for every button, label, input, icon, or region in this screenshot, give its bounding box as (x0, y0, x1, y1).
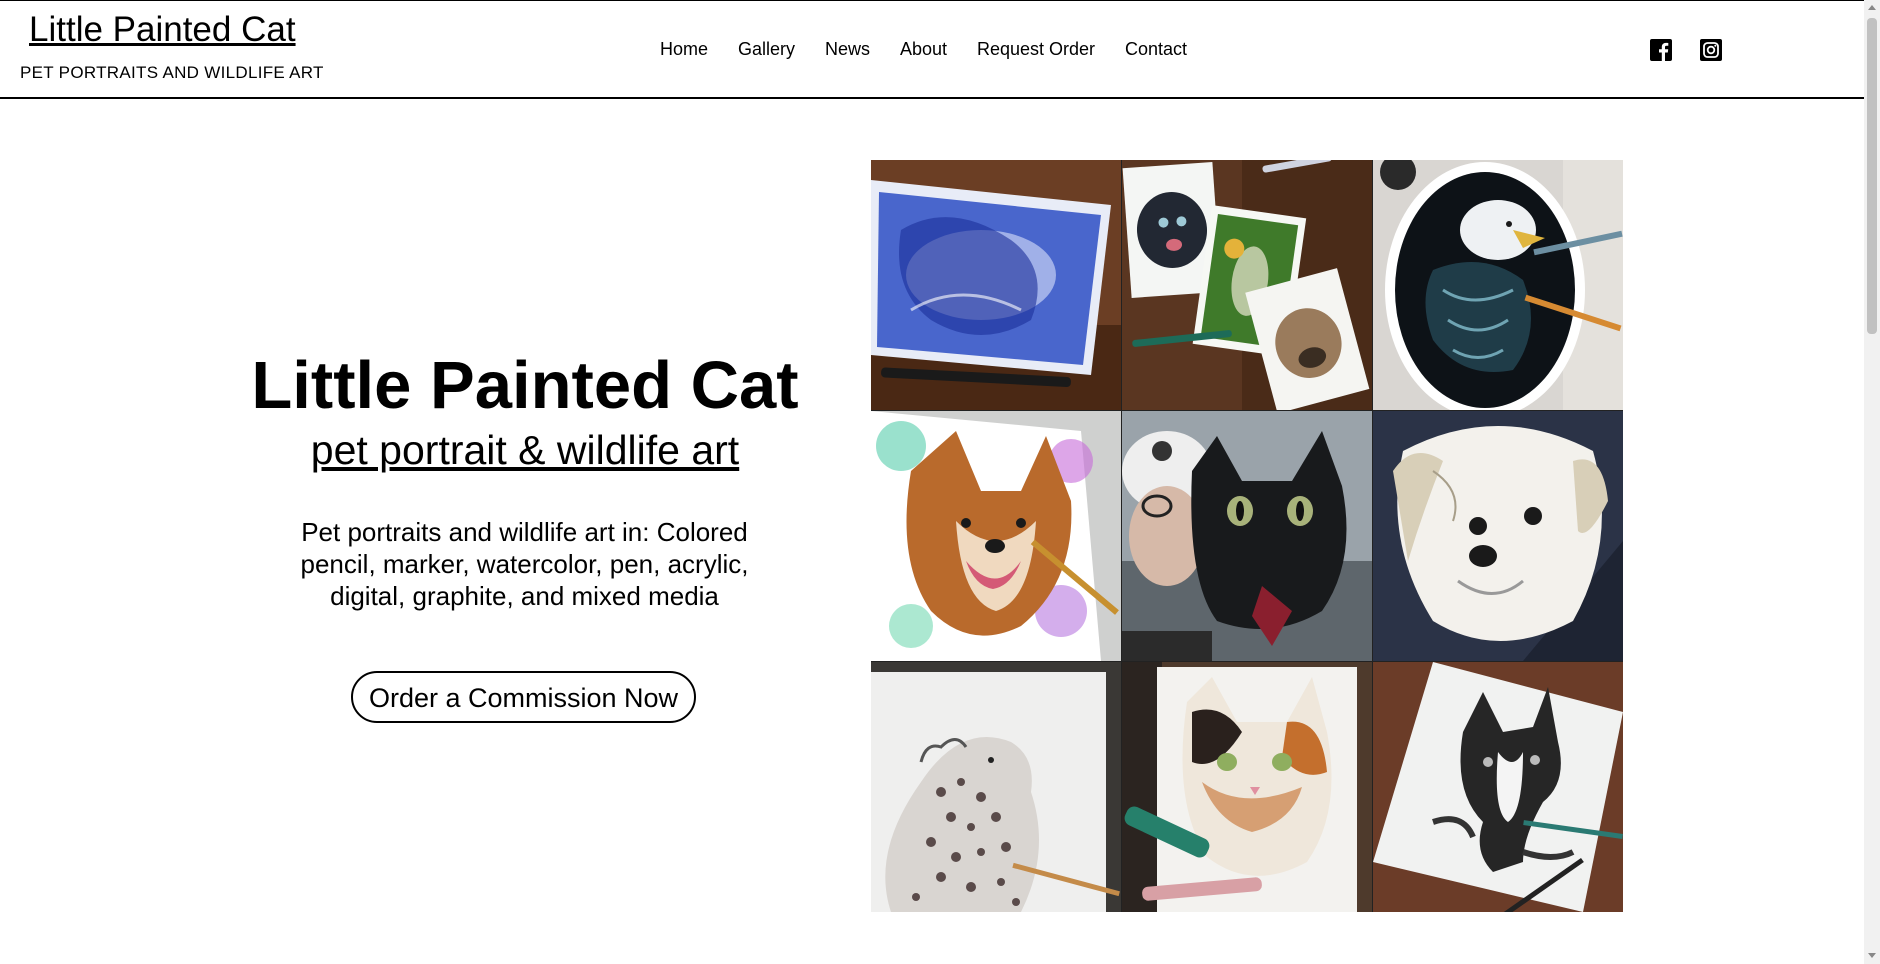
boston-terrier-graphite-artwork[interactable] (1373, 662, 1623, 912)
scroll-thumb[interactable] (1867, 18, 1877, 334)
snow-leopard-pencil-artwork[interactable] (871, 662, 1121, 912)
site-tagline: PET PORTRAITS AND WILDLIFE ART (20, 63, 324, 82)
page: Little Painted Cat PET PORTRAITS AND WIL… (0, 0, 1864, 964)
vertical-scrollbar[interactable] (1864, 0, 1880, 964)
white-dog-portrait-artwork[interactable] (1373, 411, 1623, 661)
nav-gallery[interactable]: Gallery (738, 39, 795, 60)
art-gallery-grid (871, 160, 1623, 912)
order-commission-button[interactable]: Order a Commission Now (351, 671, 696, 723)
nav-news[interactable]: News (825, 39, 870, 60)
calico-cat-watercolor-artwork[interactable] (1122, 662, 1372, 912)
site-header: Little Painted Cat PET PORTRAITS AND WIL… (0, 0, 1864, 99)
dog-and-nature-cards-artwork[interactable] (1122, 160, 1372, 410)
facebook-icon[interactable] (1650, 39, 1672, 61)
nav-contact[interactable]: Contact (1125, 39, 1187, 60)
nav-about[interactable]: About (900, 39, 947, 60)
scroll-down-arrow-icon[interactable] (1868, 953, 1876, 958)
fox-dog-watercolor-artwork[interactable] (871, 411, 1121, 661)
instagram-icon[interactable] (1700, 39, 1722, 61)
nav-home[interactable]: Home (660, 39, 708, 60)
scroll-up-arrow-icon[interactable] (1868, 5, 1876, 10)
black-cat-selfie-photo[interactable] (1122, 411, 1372, 661)
hero-subtitle: pet portrait & wildlife art (310, 427, 740, 473)
bald-eagle-oval-artwork[interactable] (1373, 160, 1623, 410)
blue-pen-lion-artwork[interactable] (871, 160, 1121, 410)
site-title-link[interactable]: Little Painted Cat (29, 10, 296, 50)
nav-request-order[interactable]: Request Order (977, 39, 1095, 60)
hero-description: Pet portraits and wildlife art in: Color… (300, 517, 749, 611)
hero-title: Little Painted Cat (251, 348, 799, 423)
